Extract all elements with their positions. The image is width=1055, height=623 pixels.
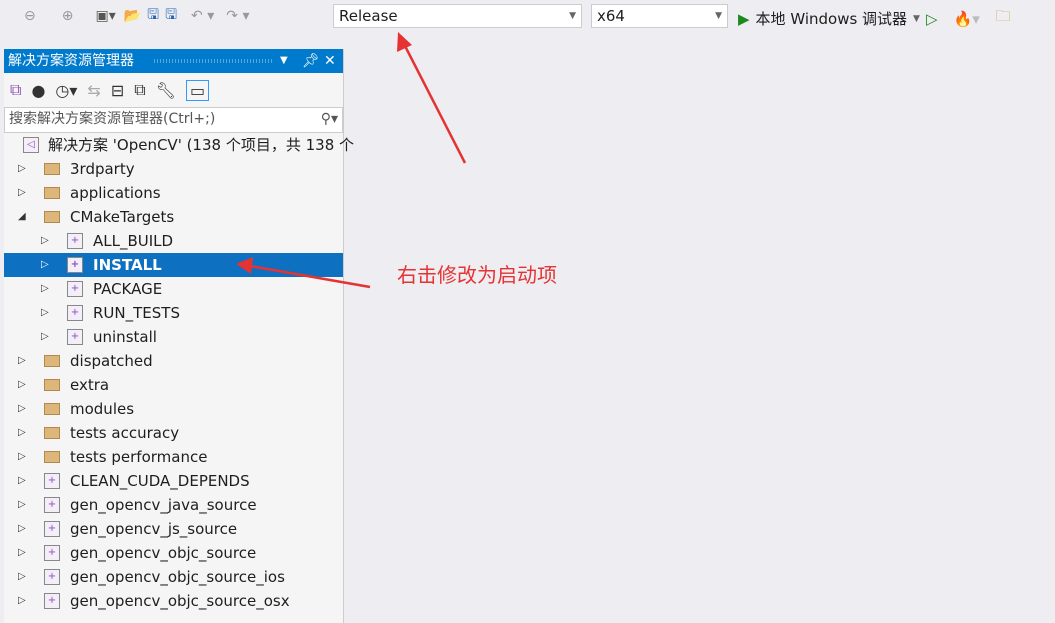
arrowhead [397,32,412,52]
annotation-text: 右击修改为启动项 [397,263,557,287]
arrow-to-install [249,264,371,289]
arrowhead [236,257,253,274]
arrow-to-config [402,43,467,164]
annotation-arrows [236,32,467,289]
